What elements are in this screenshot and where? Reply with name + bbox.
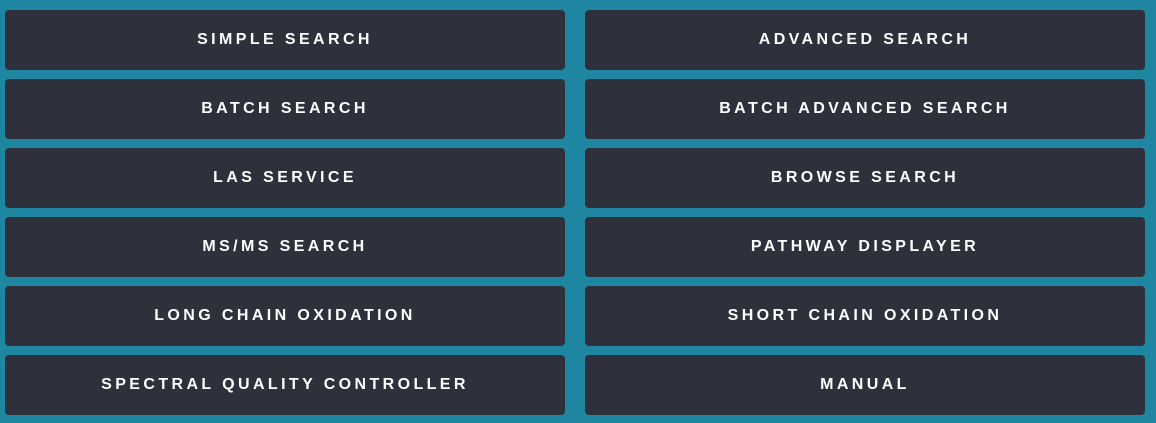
short-chain-oxidation-button[interactable]: SHORT CHAIN OXIDATION [585,286,1145,346]
short-chain-oxidation-label: SHORT CHAIN OXIDATION [727,307,1003,324]
simple-search-label: SIMPLE SEARCH [197,31,373,48]
tool-menu-grid: SIMPLE SEARCH ADVANCED SEARCH BATCH SEAR… [0,0,1156,423]
advanced-search-label: ADVANCED SEARCH [758,31,972,48]
spectral-quality-controller-label: SPECTRAL QUALITY CONTROLLER [101,376,469,393]
batch-advanced-search-label: BATCH ADVANCED SEARCH [719,100,1011,117]
batch-search-label: BATCH SEARCH [201,100,369,117]
las-service-label: LAS SERVICE [213,169,357,186]
msms-search-label: MS/MS SEARCH [202,238,368,255]
long-chain-oxidation-label: LONG CHAIN OXIDATION [154,307,416,324]
manual-label: MANUAL [820,376,910,393]
spectral-quality-controller-button[interactable]: SPECTRAL QUALITY CONTROLLER [5,355,565,415]
simple-search-button[interactable]: SIMPLE SEARCH [5,10,565,70]
batch-advanced-search-button[interactable]: BATCH ADVANCED SEARCH [585,79,1145,139]
pathway-displayer-label: PATHWAY DISPLAYER [750,238,980,255]
batch-search-button[interactable]: BATCH SEARCH [5,79,565,139]
manual-button[interactable]: MANUAL [585,355,1145,415]
browse-search-label: BROWSE SEARCH [770,169,960,186]
advanced-search-button[interactable]: ADVANCED SEARCH [585,10,1145,70]
msms-search-button[interactable]: MS/MS SEARCH [5,217,565,277]
long-chain-oxidation-button[interactable]: LONG CHAIN OXIDATION [5,286,565,346]
las-service-button[interactable]: LAS SERVICE [5,148,565,208]
browse-search-button[interactable]: BROWSE SEARCH [585,148,1145,208]
pathway-displayer-button[interactable]: PATHWAY DISPLAYER [585,217,1145,277]
